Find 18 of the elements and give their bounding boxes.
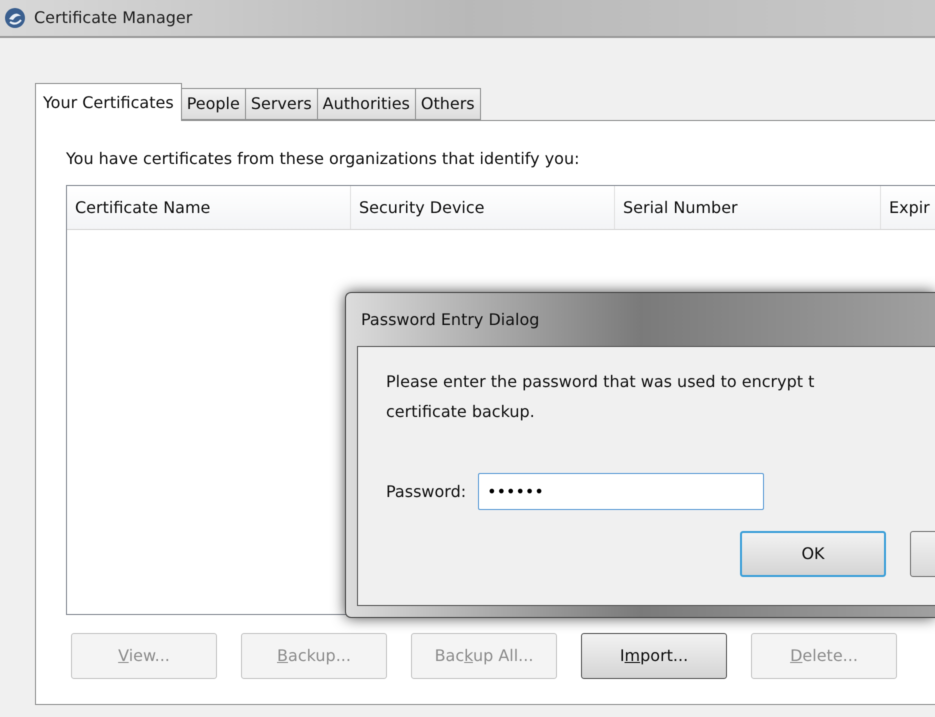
column-header[interactable]: Expir <box>881 186 935 229</box>
dialog-title: Password Entry Dialog <box>360 308 540 330</box>
intro-text: You have certificates from these organizations that identify you: <box>66 148 580 170</box>
action-button[interactable]: Import... <box>581 633 727 679</box>
dialog-message: Please enter the password that was used to encrypt t certificate backup. <box>386 371 816 423</box>
app-icon <box>4 7 26 29</box>
window-title: Certificate Manager <box>34 7 192 29</box>
tab[interactable]: People <box>182 88 246 120</box>
column-header[interactable]: Security Device <box>351 186 615 229</box>
tab[interactable]: Your Certificates <box>35 83 182 121</box>
column-header[interactable]: Certificate Name <box>67 186 351 229</box>
password-label: Password: <box>386 480 466 502</box>
tab[interactable]: Authorities <box>318 88 416 120</box>
column-header[interactable]: Serial Number <box>615 186 881 229</box>
dialog-button[interactable]: OK <box>740 531 886 577</box>
tab[interactable]: Others <box>416 88 481 120</box>
tab[interactable]: Servers <box>246 88 318 120</box>
password-field[interactable]: •••••• <box>478 473 764 510</box>
